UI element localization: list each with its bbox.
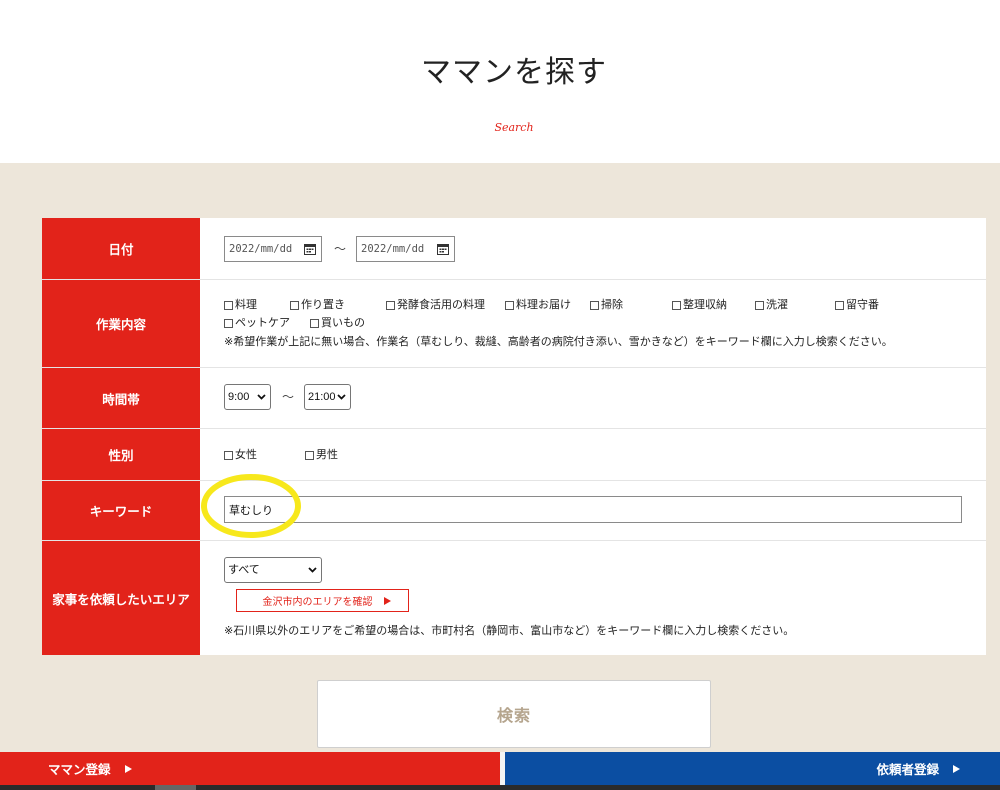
checkbox-cooking[interactable]: 料理	[224, 298, 257, 312]
cell-gender: 女性 男性	[200, 429, 986, 480]
row-tasks: 作業内容 料理 作り置き 発酵食活用の料理 料理お届け 掃除 整理収納 洗濯 留…	[42, 280, 986, 368]
row-gender: 性別 女性 男性	[42, 429, 986, 481]
label-keyword: キーワード	[42, 481, 200, 540]
area-select-value: すべて	[228, 564, 260, 576]
scrollbar-thumb[interactable]	[155, 785, 196, 790]
calendar-icon[interactable]	[304, 243, 316, 255]
chevron-down-icon	[308, 567, 317, 573]
checkbox-label: 男性	[316, 449, 338, 461]
checkbox-meal-prep[interactable]: 作り置き	[290, 298, 345, 312]
row-area: 家事を依頼したいエリア すべて 金沢市内のエリアを確認 ※石川県以外のエリアをご…	[42, 541, 986, 655]
time-to-select[interactable]: 21:00	[304, 384, 351, 410]
checkbox-box[interactable]	[224, 300, 233, 310]
bottom-scrollbar[interactable]	[0, 785, 1000, 790]
checkbox-label: 買いもの	[321, 317, 365, 329]
cell-time: 9:00 ～ 21:00	[200, 368, 986, 428]
checkbox-shopping[interactable]: 買いもの	[310, 316, 365, 330]
checkbox-laundry[interactable]: 洗濯	[755, 298, 788, 312]
calendar-icon[interactable]	[437, 243, 449, 255]
check-area-button-label: 金沢市内のエリアを確認	[262, 597, 373, 608]
cell-date: 2022/mm/dd ～ 2022/mm/dd	[200, 218, 986, 279]
page-subtitle: Search	[494, 121, 534, 134]
chevron-down-icon	[257, 394, 266, 400]
time-from-select[interactable]: 9:00	[224, 384, 271, 410]
checkbox-box[interactable]	[310, 318, 319, 328]
checkbox-pet-care[interactable]: ペットケア	[224, 316, 290, 330]
checkbox-label: 留守番	[846, 299, 879, 311]
client-register-label: 依頼者登録	[876, 763, 939, 777]
triangle-right-icon	[124, 764, 132, 773]
checkbox-label: 整理収納	[683, 299, 727, 311]
cell-keyword	[200, 481, 986, 540]
maman-register-button[interactable]: ママン登録	[0, 752, 500, 785]
checkbox-box[interactable]	[590, 300, 599, 310]
date-range-separator: ～	[333, 242, 346, 256]
triangle-right-icon	[953, 764, 960, 773]
checkbox-male[interactable]: 男性	[305, 448, 338, 462]
checkbox-label: 料理お届け	[516, 299, 571, 311]
checkbox-cleaning[interactable]: 掃除	[590, 298, 623, 312]
checkbox-label: 洗濯	[766, 299, 788, 311]
checkbox-female[interactable]: 女性	[224, 448, 257, 462]
checkbox-box[interactable]	[505, 300, 514, 310]
time-to-value: 21:00	[308, 391, 336, 403]
row-date: 日付 2022/mm/dd ～ 2022/mm/dd	[42, 218, 986, 280]
checkbox-box[interactable]	[305, 450, 314, 460]
cell-area: すべて 金沢市内のエリアを確認 ※石川県以外のエリアをご希望の場合は、市町村名（…	[200, 541, 986, 655]
checkbox-box[interactable]	[835, 300, 844, 310]
keyword-input[interactable]	[224, 496, 962, 523]
label-area: 家事を依頼したいエリア	[42, 541, 200, 655]
date-to-value: 2022/mm/dd	[361, 243, 425, 255]
chevron-down-icon	[337, 394, 346, 400]
checkbox-box[interactable]	[224, 450, 233, 460]
date-from-input[interactable]: 2022/mm/dd	[224, 236, 322, 262]
search-button[interactable]: 検索	[317, 680, 711, 748]
label-tasks: 作業内容	[42, 280, 200, 367]
label-date: 日付	[42, 218, 200, 279]
checkbox-house-sitting[interactable]: 留守番	[835, 298, 879, 312]
checkbox-box[interactable]	[386, 300, 395, 310]
checkbox-label: 作り置き	[301, 299, 345, 311]
row-time: 時間帯 9:00 ～ 21:00	[42, 368, 986, 429]
checkbox-label: 料理	[235, 299, 257, 311]
date-from-value: 2022/mm/dd	[229, 243, 293, 255]
area-note: ※石川県以外のエリアをご希望の場合は、市町村名（静岡市、富山市など）をキーワード…	[224, 625, 795, 637]
search-button-label: 検索	[496, 708, 531, 725]
row-keyword: キーワード	[42, 481, 986, 541]
checkbox-box[interactable]	[755, 300, 764, 310]
time-range-separator: ～	[281, 390, 294, 404]
checkbox-label: 発酵食活用の料理	[397, 299, 485, 311]
label-time: 時間帯	[42, 368, 200, 428]
date-to-input[interactable]: 2022/mm/dd	[356, 236, 455, 262]
page-header: ママンを探す Search	[0, 0, 1000, 163]
client-register-button[interactable]: 依頼者登録	[505, 752, 1000, 785]
checkbox-label: 掃除	[601, 299, 623, 311]
label-gender: 性別	[42, 429, 200, 480]
checkbox-box[interactable]	[672, 300, 681, 310]
checkbox-meal-delivery[interactable]: 料理お届け	[505, 298, 571, 312]
checkbox-label: 女性	[235, 449, 257, 461]
time-from-value: 9:00	[228, 391, 250, 403]
search-form: 日付 2022/mm/dd ～ 2022/mm/dd 作業内容 料理 作り置き …	[42, 218, 986, 655]
check-kanazawa-area-button[interactable]: 金沢市内のエリアを確認	[236, 589, 409, 612]
checkbox-organizing[interactable]: 整理収納	[672, 298, 727, 312]
triangle-right-icon	[383, 596, 391, 605]
checkbox-box[interactable]	[224, 318, 233, 328]
cell-tasks: 料理 作り置き 発酵食活用の料理 料理お届け 掃除 整理収納 洗濯 留守番 ペッ…	[200, 280, 986, 367]
page-title: ママンを探す	[421, 56, 607, 89]
tasks-note: ※希望作業が上記に無い場合、作業名（草むしり、裁縫、高齢者の病院付き添い、雪かき…	[224, 336, 893, 348]
checkbox-label: ペットケア	[235, 317, 290, 329]
checkbox-box[interactable]	[290, 300, 299, 310]
checkbox-fermented-cooking[interactable]: 発酵食活用の料理	[386, 298, 485, 312]
area-select[interactable]: すべて	[224, 557, 322, 583]
maman-register-label: ママン登録	[48, 763, 111, 777]
